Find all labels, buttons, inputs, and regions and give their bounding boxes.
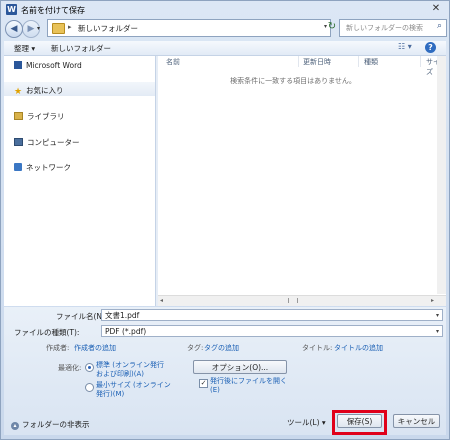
empty-message: 検索条件に一致する項目はありません。 (230, 77, 356, 85)
folder-icon (52, 23, 65, 34)
close-icon[interactable]: ✕ (429, 3, 443, 15)
options-button[interactable]: オプション(O)... (193, 360, 287, 374)
nav-item-label: お気に入り (26, 86, 64, 95)
column-divider[interactable] (298, 56, 299, 67)
word-app-icon: W (6, 4, 17, 15)
file-list[interactable]: 名前 更新日時 種類 サイズ 検索条件に一致する項目はありません。 ◂ ▸ (158, 56, 446, 306)
filetype-select[interactable]: PDF (*.pdf) ▾ (101, 325, 443, 337)
refresh-icon[interactable]: ↻ (325, 20, 339, 34)
view-options-icon[interactable]: ☷ ▾ (398, 42, 412, 51)
computer-icon (14, 138, 23, 146)
chevron-down-icon[interactable]: ▾ (436, 310, 439, 322)
forward-arrow-icon: ▶ (27, 24, 35, 34)
library-icon (14, 112, 23, 120)
navigation-bar: ◀ ▶ ▾ ▸ 新しいフォルダー ▾ ↻ 新しいフォルダーの検索 ⌕ (1, 19, 449, 41)
word-icon (14, 61, 22, 69)
search-placeholder: 新しいフォルダーの検索 (346, 24, 423, 32)
toolbar: 整理 ▾ 新しいフォルダー ☷ ▾ ? (4, 41, 446, 56)
tag-add-link[interactable]: タグの追加 (204, 343, 239, 353)
title-bar: W 名前を付けて保存 ✕ (1, 1, 449, 19)
optimize-minimum-label[interactable]: 最小サイズ (オンライン 発行)(M) (96, 381, 171, 399)
nav-item-label: コンピューター (27, 138, 80, 147)
star-icon: ★ (14, 87, 23, 97)
optimize-minimum-radio[interactable] (85, 383, 94, 392)
author-add-link[interactable]: 作成者の追加 (74, 343, 116, 353)
optimize-standard-label[interactable]: 標準 (オンライン発行 および印刷)(A) (96, 361, 164, 379)
save-button-highlight (332, 410, 387, 435)
nav-item-label: ライブラリ (27, 112, 65, 121)
filetype-value: PDF (*.pdf) (105, 327, 147, 336)
nav-item-network[interactable]: ネットワーク (14, 162, 71, 173)
tools-menu[interactable]: ツール(L) ▾ (287, 417, 326, 428)
open-after-publish-checkbox[interactable]: ✓ (199, 379, 208, 388)
tools-label: ツール(L) (287, 418, 320, 427)
nav-item-favorites[interactable]: ★ お気に入り (14, 85, 64, 97)
history-dropdown-icon[interactable]: ▾ (37, 25, 40, 32)
title-add-link[interactable]: タイトルの追加 (334, 343, 383, 353)
nav-item-computer[interactable]: コンピューター (14, 137, 80, 148)
scroll-right-icon[interactable]: ▸ (431, 297, 434, 304)
back-arrow-icon: ◀ (10, 24, 18, 34)
nav-item-libraries[interactable]: ライブラリ (14, 111, 65, 122)
column-divider[interactable] (420, 56, 421, 67)
tag-label: タグ: (187, 344, 204, 352)
dialog-title: 名前を付けて保存 (21, 6, 85, 15)
filename-value: 文書1.pdf (105, 311, 140, 320)
new-folder-button[interactable]: 新しいフォルダー (51, 43, 111, 54)
network-icon (14, 163, 22, 171)
breadcrumb[interactable]: 新しいフォルダー (78, 23, 138, 34)
scroll-left-icon[interactable]: ◂ (160, 297, 163, 304)
nav-item-label: ネットワーク (26, 163, 71, 172)
chevron-down-icon[interactable]: ▾ (436, 326, 439, 338)
help-icon[interactable]: ? (425, 42, 436, 53)
save-as-dialog: W 名前を付けて保存 ✕ ◀ ▶ ▾ ▸ 新しいフォルダー ▾ ↻ 新しいフォル… (0, 0, 450, 440)
filetype-label: ファイルの種類(T): (14, 328, 80, 337)
hide-folders-toggle[interactable]: ▴ フォルダーの非表示 (11, 419, 90, 430)
column-header-modified[interactable]: 更新日時 (303, 57, 331, 67)
author-label: 作成者: (46, 344, 70, 352)
address-bar[interactable]: ▸ 新しいフォルダー ▾ (47, 19, 331, 37)
organize-button[interactable]: 整理 ▾ (14, 43, 35, 54)
vertical-scrollbar[interactable] (437, 56, 446, 294)
scroll-grip[interactable] (288, 298, 298, 303)
column-header-type[interactable]: 種類 (364, 57, 378, 67)
search-icon[interactable]: ⌕ (437, 21, 442, 31)
path-separator-icon[interactable]: ▸ (68, 23, 72, 31)
horizontal-scrollbar[interactable]: ◂ ▸ (158, 295, 446, 306)
title-label: タイトル: (302, 344, 333, 352)
optimize-standard-radio[interactable] (85, 363, 94, 372)
hide-folders-label: フォルダーの非表示 (22, 420, 90, 429)
search-input[interactable]: 新しいフォルダーの検索 ⌕ (339, 19, 447, 37)
optimize-label: 最適化: (58, 364, 82, 372)
column-divider[interactable] (358, 56, 359, 67)
filename-field[interactable]: 文書1.pdf ▾ (101, 309, 443, 321)
collapse-up-icon: ▴ (11, 422, 19, 430)
cancel-button[interactable]: キャンセル (393, 414, 440, 428)
nav-item-microsoft-word[interactable]: Microsoft Word (14, 61, 82, 70)
back-button[interactable]: ◀ (5, 20, 23, 38)
navigation-pane: Microsoft Word ★ お気に入り ライブラリ コンピューター ネットワ… (4, 56, 155, 306)
nav-item-label: Microsoft Word (26, 61, 82, 70)
filename-label: ファイル名(N): (56, 312, 108, 321)
chevron-down-icon: ▾ (321, 418, 326, 427)
open-after-publish-label[interactable]: 発行後にファイルを開く (E) (210, 377, 287, 395)
column-header-name[interactable]: 名前 (166, 57, 180, 67)
